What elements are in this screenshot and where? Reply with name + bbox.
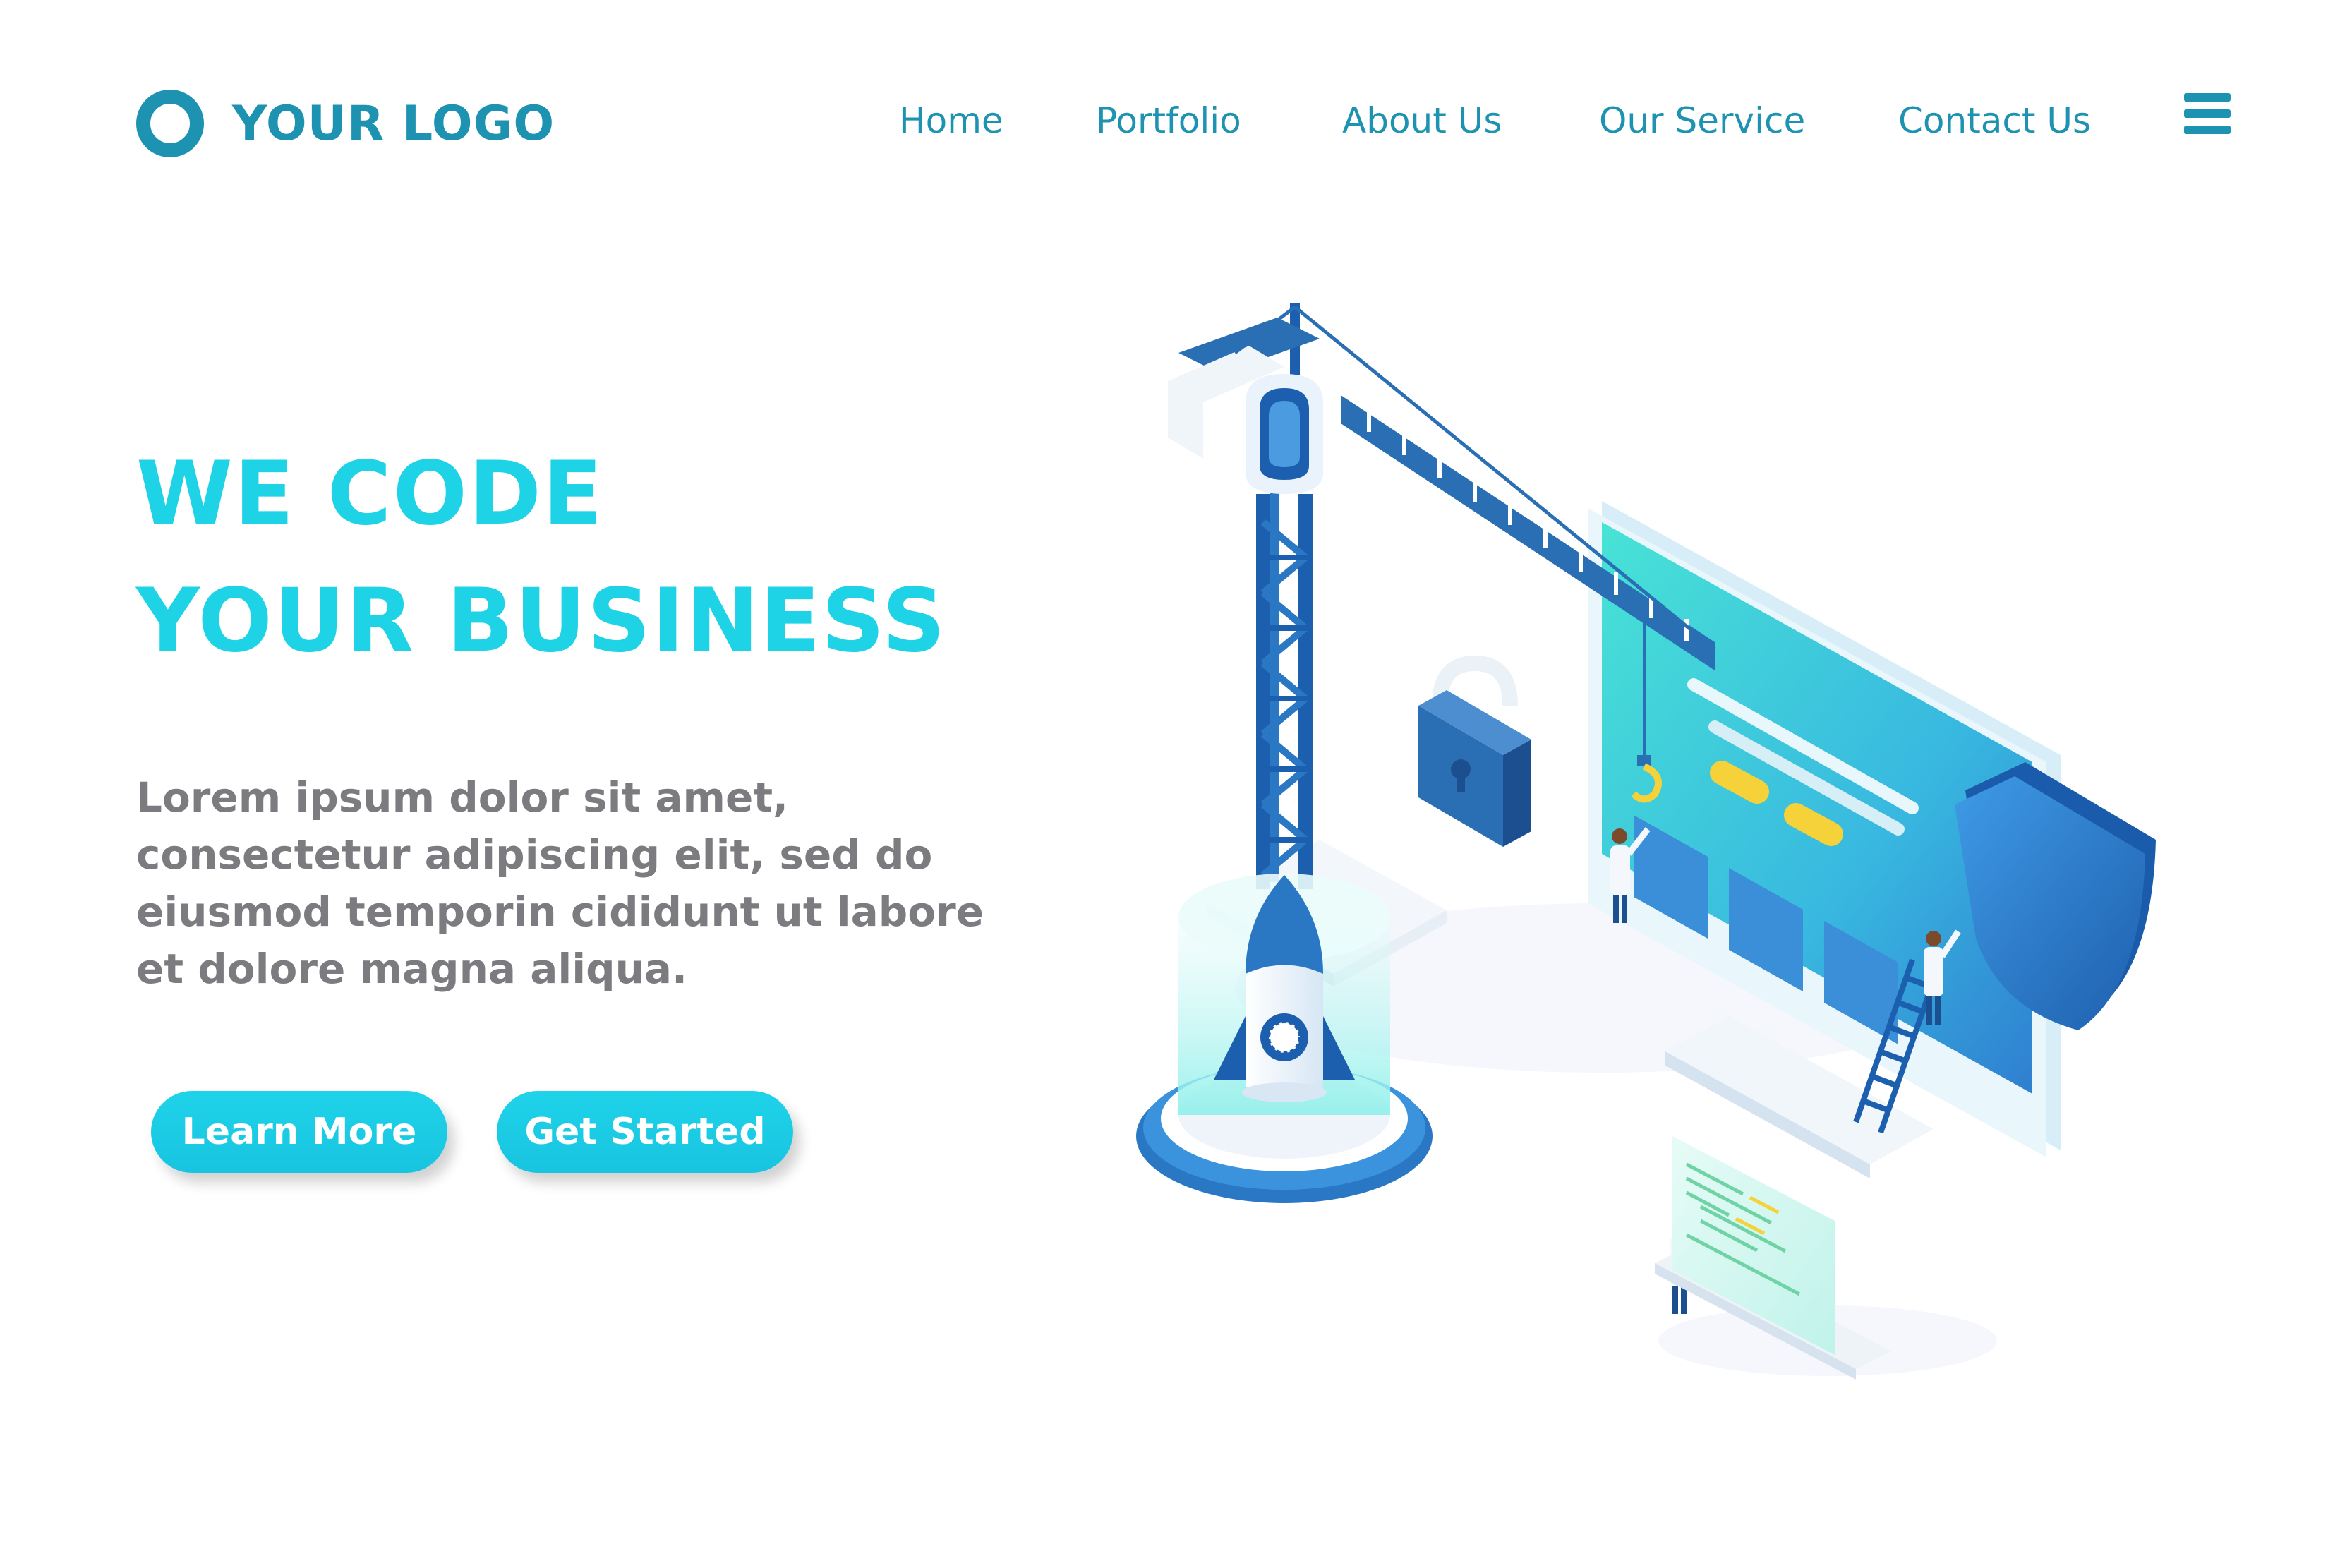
hero-illustration <box>1136 303 2156 1380</box>
main-nav: Home Portfolio About Us Our Service Cont… <box>0 96 2352 145</box>
hero-description-line-3: eiusmod temporin cididunt ut labore <box>136 888 984 936</box>
learn-more-button[interactable]: Learn More <box>151 1091 447 1173</box>
padlock-icon <box>1418 655 1531 847</box>
nav-about-us[interactable]: About Us <box>1342 96 1502 145</box>
hamburger-menu-icon[interactable] <box>2184 93 2231 134</box>
hero-description: Lorem ipsum dolor sit amet, consectetur … <box>136 769 984 998</box>
hero-description-line-1: Lorem ipsum dolor sit amet, <box>136 773 789 821</box>
hero-description-line-2: consectetur adipiscing elit, sed do <box>136 831 933 879</box>
hero-title-line-1: WE CODE <box>136 443 604 545</box>
nav-home[interactable]: Home <box>899 96 1003 145</box>
site-header: YOUR LOGO Home Portfolio About Us Our Se… <box>0 0 2352 247</box>
nav-portfolio[interactable]: Portfolio <box>1096 96 1241 145</box>
nav-our-service[interactable]: Our Service <box>1599 96 1805 145</box>
hero-title: WE CODE YOUR BUSINESS <box>136 430 946 685</box>
hero-title-line-2: YOUR BUSINESS <box>136 570 947 672</box>
rocket-icon <box>1136 874 1433 1203</box>
get-started-button[interactable]: Get Started <box>497 1091 793 1173</box>
nav-contact-us[interactable]: Contact Us <box>1898 96 2091 145</box>
hero-description-line-4: et dolore magna aliqua. <box>136 945 688 993</box>
